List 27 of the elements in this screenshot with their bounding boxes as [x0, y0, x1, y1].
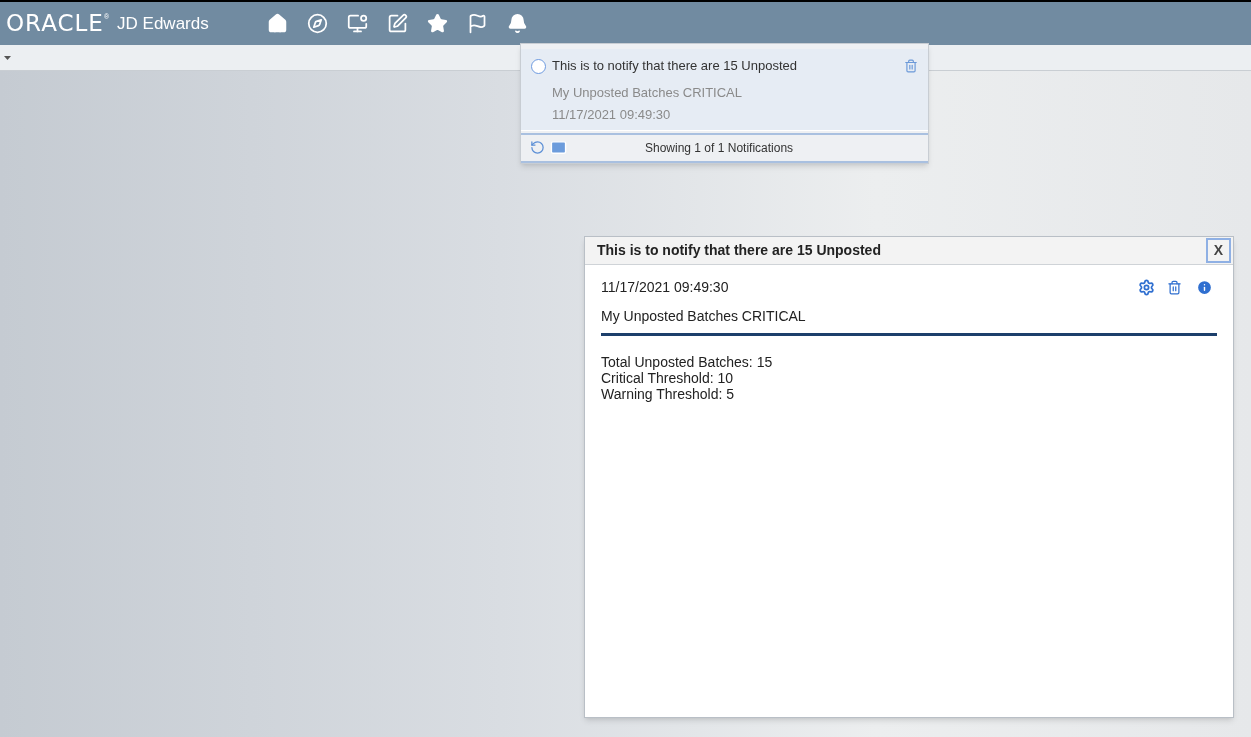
- close-button[interactable]: X: [1206, 238, 1231, 263]
- star-icon[interactable]: [426, 13, 448, 34]
- notification-title: This is to notify that there are 15 Unposted: [552, 57, 798, 75]
- edit-icon[interactable]: [386, 13, 408, 34]
- refresh-icon[interactable]: [530, 140, 545, 155]
- product-name: JD Edwards: [117, 12, 209, 35]
- settings-icon[interactable]: [1138, 279, 1155, 296]
- notification-time: 11/17/2021 09:49:30: [601, 278, 730, 297]
- select-radio[interactable]: [531, 59, 546, 74]
- info-icon[interactable]: [1196, 279, 1213, 296]
- home-icon[interactable]: [266, 13, 288, 34]
- message-line: Critical Threshold: 10: [601, 370, 735, 386]
- notification-item[interactable]: This is to notify that there are 15 Unposted My Unposted Batches CRITICAL 11/17/2021 09:49:30: [521, 49, 928, 131]
- bell-icon[interactable]: [506, 13, 528, 34]
- dialog-title: This is to notify that there are 15 Unposted: [597, 241, 882, 260]
- message-line: Total Unposted Batches: 15: [601, 354, 774, 370]
- notification-subtitle: My Unposted Batches CRITICAL: [552, 83, 744, 102]
- compass-icon[interactable]: [306, 13, 328, 34]
- notification-time: 11/17/2021 09:49:30: [552, 106, 672, 124]
- monitor-icon[interactable]: [346, 13, 368, 34]
- notification-count: Showing 1 of 1 Notifications: [645, 139, 794, 157]
- oracle-logo: ORACLE: [6, 12, 104, 35]
- message-line: Warning Threshold: 5: [601, 386, 736, 402]
- delete-icon[interactable]: [904, 59, 918, 73]
- caret-icon[interactable]: [4, 55, 11, 60]
- notification-subject: My Unposted Batches CRITICAL: [601, 306, 1217, 336]
- delete-icon[interactable]: [1167, 280, 1182, 295]
